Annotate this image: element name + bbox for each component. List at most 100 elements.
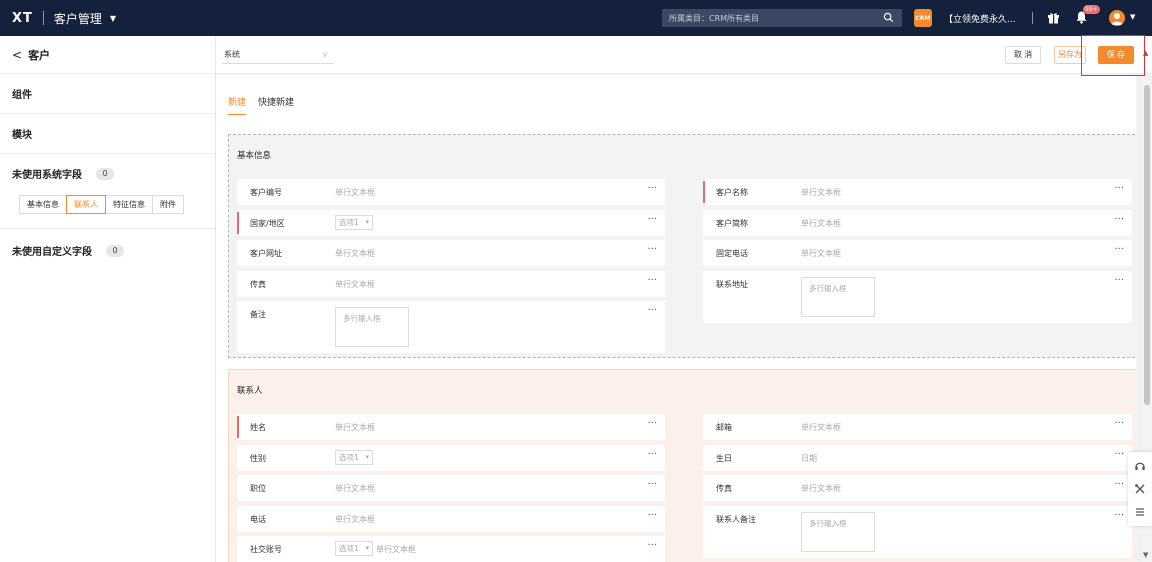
field-label: 备注	[250, 310, 266, 319]
group-title: 联系人	[237, 386, 263, 396]
field-placeholder: 单行文本框	[335, 188, 375, 197]
form-field[interactable]: 联系人备注 多行输入框 ···	[703, 505, 1132, 558]
avatar[interactable]	[1109, 10, 1125, 26]
sidebar-item-modules[interactable]: 模块	[0, 114, 215, 154]
chevron-down-icon[interactable]: ▼	[110, 14, 116, 23]
field-label: 传真	[250, 279, 266, 289]
field-label: 姓名	[250, 423, 266, 432]
field-placeholder: 单行文本框	[376, 545, 416, 554]
select-placeholder: 选项1 ▾	[335, 214, 373, 230]
more-icon[interactable]: ···	[1114, 244, 1124, 255]
chevron-down-icon: ∨	[322, 50, 328, 59]
form-field[interactable]: 传真 单行文本框 ···	[703, 475, 1132, 501]
more-icon[interactable]: ···	[1114, 449, 1124, 460]
system-select[interactable]: 系统 ∨	[222, 46, 334, 64]
notification-badge: 99+	[1083, 5, 1100, 14]
form-field[interactable]: 姓名 单行文本框 ···	[237, 414, 665, 440]
tab-attachments[interactable]: 附件	[152, 195, 184, 214]
field-category-tabs: 基本信息 联系人 特征信息 附件	[19, 195, 203, 214]
search-input[interactable]: 所属类目：CRM所有类目	[662, 9, 902, 27]
form-field[interactable]: 联系地址 多行输入框 ···	[703, 270, 1132, 323]
sidebar-item-components[interactable]: 组件	[0, 74, 215, 114]
form-field[interactable]: 客户简称 单行文本框 ···	[703, 209, 1132, 236]
form-field[interactable]: 邮箱 单行文本框 ···	[703, 414, 1132, 440]
cancel-button[interactable]: 取 消	[1005, 46, 1041, 64]
system-select-value: 系统	[224, 50, 240, 59]
more-icon[interactable]: ···	[647, 479, 657, 490]
more-icon[interactable]: ···	[647, 305, 657, 316]
left-sidebar: < 客户 组件 模块 未使用系统字段 0 基本信息 联系人 特征信息 附件 未使…	[0, 36, 216, 562]
chevron-left-icon: <	[12, 47, 23, 62]
more-icon[interactable]: ···	[647, 510, 657, 521]
app-logo[interactable]: XT	[12, 11, 33, 26]
tab-new[interactable]: 新建	[228, 95, 247, 115]
more-icon[interactable]: ···	[647, 418, 657, 429]
more-icon[interactable]: ···	[647, 244, 657, 255]
more-icon[interactable]: ···	[647, 275, 657, 286]
form-field[interactable]: 职位 单行文本框 ···	[237, 475, 665, 501]
form-field[interactable]: 固定电话 单行文本框 ···	[703, 240, 1132, 266]
form-field[interactable]: 生日 日期 ···	[703, 444, 1132, 471]
form-field[interactable]: 客户网址 单行文本框 ···	[237, 240, 665, 266]
editor-header: 系统 ∨ 取 消 另存为 保 存	[216, 36, 1152, 74]
headset-icon[interactable]	[1134, 460, 1146, 472]
form-field[interactable]: 社交账号 选项1 ▾ 单行文本框 ···	[237, 536, 665, 562]
field-placeholder: 单行文本框	[335, 279, 375, 289]
select-placeholder: 选项1 ▾	[335, 449, 373, 465]
count-badge: 0	[106, 244, 124, 257]
field-placeholder: 单行文本框	[335, 423, 375, 432]
form-field[interactable]: 传真 单行文本框 ···	[237, 270, 665, 297]
search-icon[interactable]	[883, 12, 894, 23]
sidebar-item-label: 组件	[12, 90, 32, 101]
back-button[interactable]: < 客户	[0, 36, 215, 74]
field-placeholder: 单行文本框	[335, 249, 375, 258]
tab-basic-info[interactable]: 基本信息	[19, 195, 67, 214]
field-label: 邮箱	[716, 423, 732, 432]
tab-contact[interactable]: 联系人	[66, 195, 106, 214]
crm-icon[interactable]: CRM	[914, 9, 932, 27]
page-title: 客户	[28, 48, 51, 62]
tools-icon[interactable]	[1134, 483, 1146, 495]
more-icon[interactable]: ···	[1114, 275, 1124, 286]
form-field[interactable]: 国家/地区 选项1 ▾ ···	[237, 209, 665, 236]
user-icon	[1111, 13, 1123, 25]
tab-features[interactable]: 特征信息	[105, 195, 153, 214]
more-icon[interactable]: ···	[647, 449, 657, 460]
more-icon[interactable]: ···	[1114, 183, 1124, 194]
contact-group[interactable]: 联系人 姓名 单行文本框 ··· 性别 选项1 ▾ ··· 职位 单行文本框 ··· 电话 单行文本框…	[228, 369, 1136, 562]
promo-link[interactable]: 【立领免费永久...	[944, 12, 1016, 25]
field-label: 联系人备注	[716, 514, 756, 524]
more-icon[interactable]: ···	[1114, 479, 1124, 490]
menu-icon[interactable]	[1134, 506, 1146, 518]
more-icon[interactable]: ···	[1114, 510, 1124, 521]
more-icon[interactable]: ···	[1114, 418, 1124, 429]
scroll-down-arrow[interactable]: ▼	[1143, 551, 1148, 559]
topbar-divider	[1032, 12, 1033, 24]
form-field[interactable]: 电话 单行文本框 ···	[237, 505, 665, 532]
form-field[interactable]: 备注 多行输入框 ···	[237, 301, 665, 353]
select-value: 选项1	[339, 217, 359, 227]
more-icon[interactable]: ···	[647, 183, 657, 194]
logo-divider	[42, 11, 44, 25]
form-designer-canvas: 新建 快捷新建 基本信息 客户编号 单行文本框 ··· 国家/地区 选项1 ▾ ··· 客户网…	[216, 75, 1136, 562]
field-placeholder: 单行文本框	[801, 249, 841, 258]
chevron-down-icon[interactable]: ▼	[1130, 13, 1135, 21]
field-label: 客户网址	[250, 249, 282, 258]
form-field[interactable]: 客户编号 单行文本框 ···	[237, 179, 665, 205]
form-tabs: 新建 快捷新建	[228, 95, 306, 115]
field-label: 客户名称	[716, 188, 748, 197]
more-icon[interactable]: ···	[647, 214, 657, 225]
field-label: 社交账号	[250, 545, 282, 554]
more-icon[interactable]: ···	[647, 540, 657, 551]
basic-info-group[interactable]: 基本信息 客户编号 单行文本框 ··· 国家/地区 选项1 ▾ ··· 客户网址 单行文本框 ··…	[228, 134, 1136, 358]
chevron-down-icon: ▾	[365, 452, 369, 461]
more-icon[interactable]: ···	[1114, 214, 1124, 225]
app-title[interactable]: 客户管理	[54, 10, 102, 27]
form-field[interactable]: 性别 选项1 ▾ ···	[237, 444, 665, 471]
select-placeholder: 选项1 ▾	[335, 541, 373, 556]
form-field[interactable]: 客户名称 单行文本框 ···	[703, 179, 1132, 205]
gift-icon[interactable]	[1047, 11, 1060, 24]
group-title: 基本信息	[237, 151, 272, 161]
tab-quick-new[interactable]: 快捷新建	[258, 95, 294, 115]
scroll-thumb[interactable]	[1144, 85, 1150, 405]
